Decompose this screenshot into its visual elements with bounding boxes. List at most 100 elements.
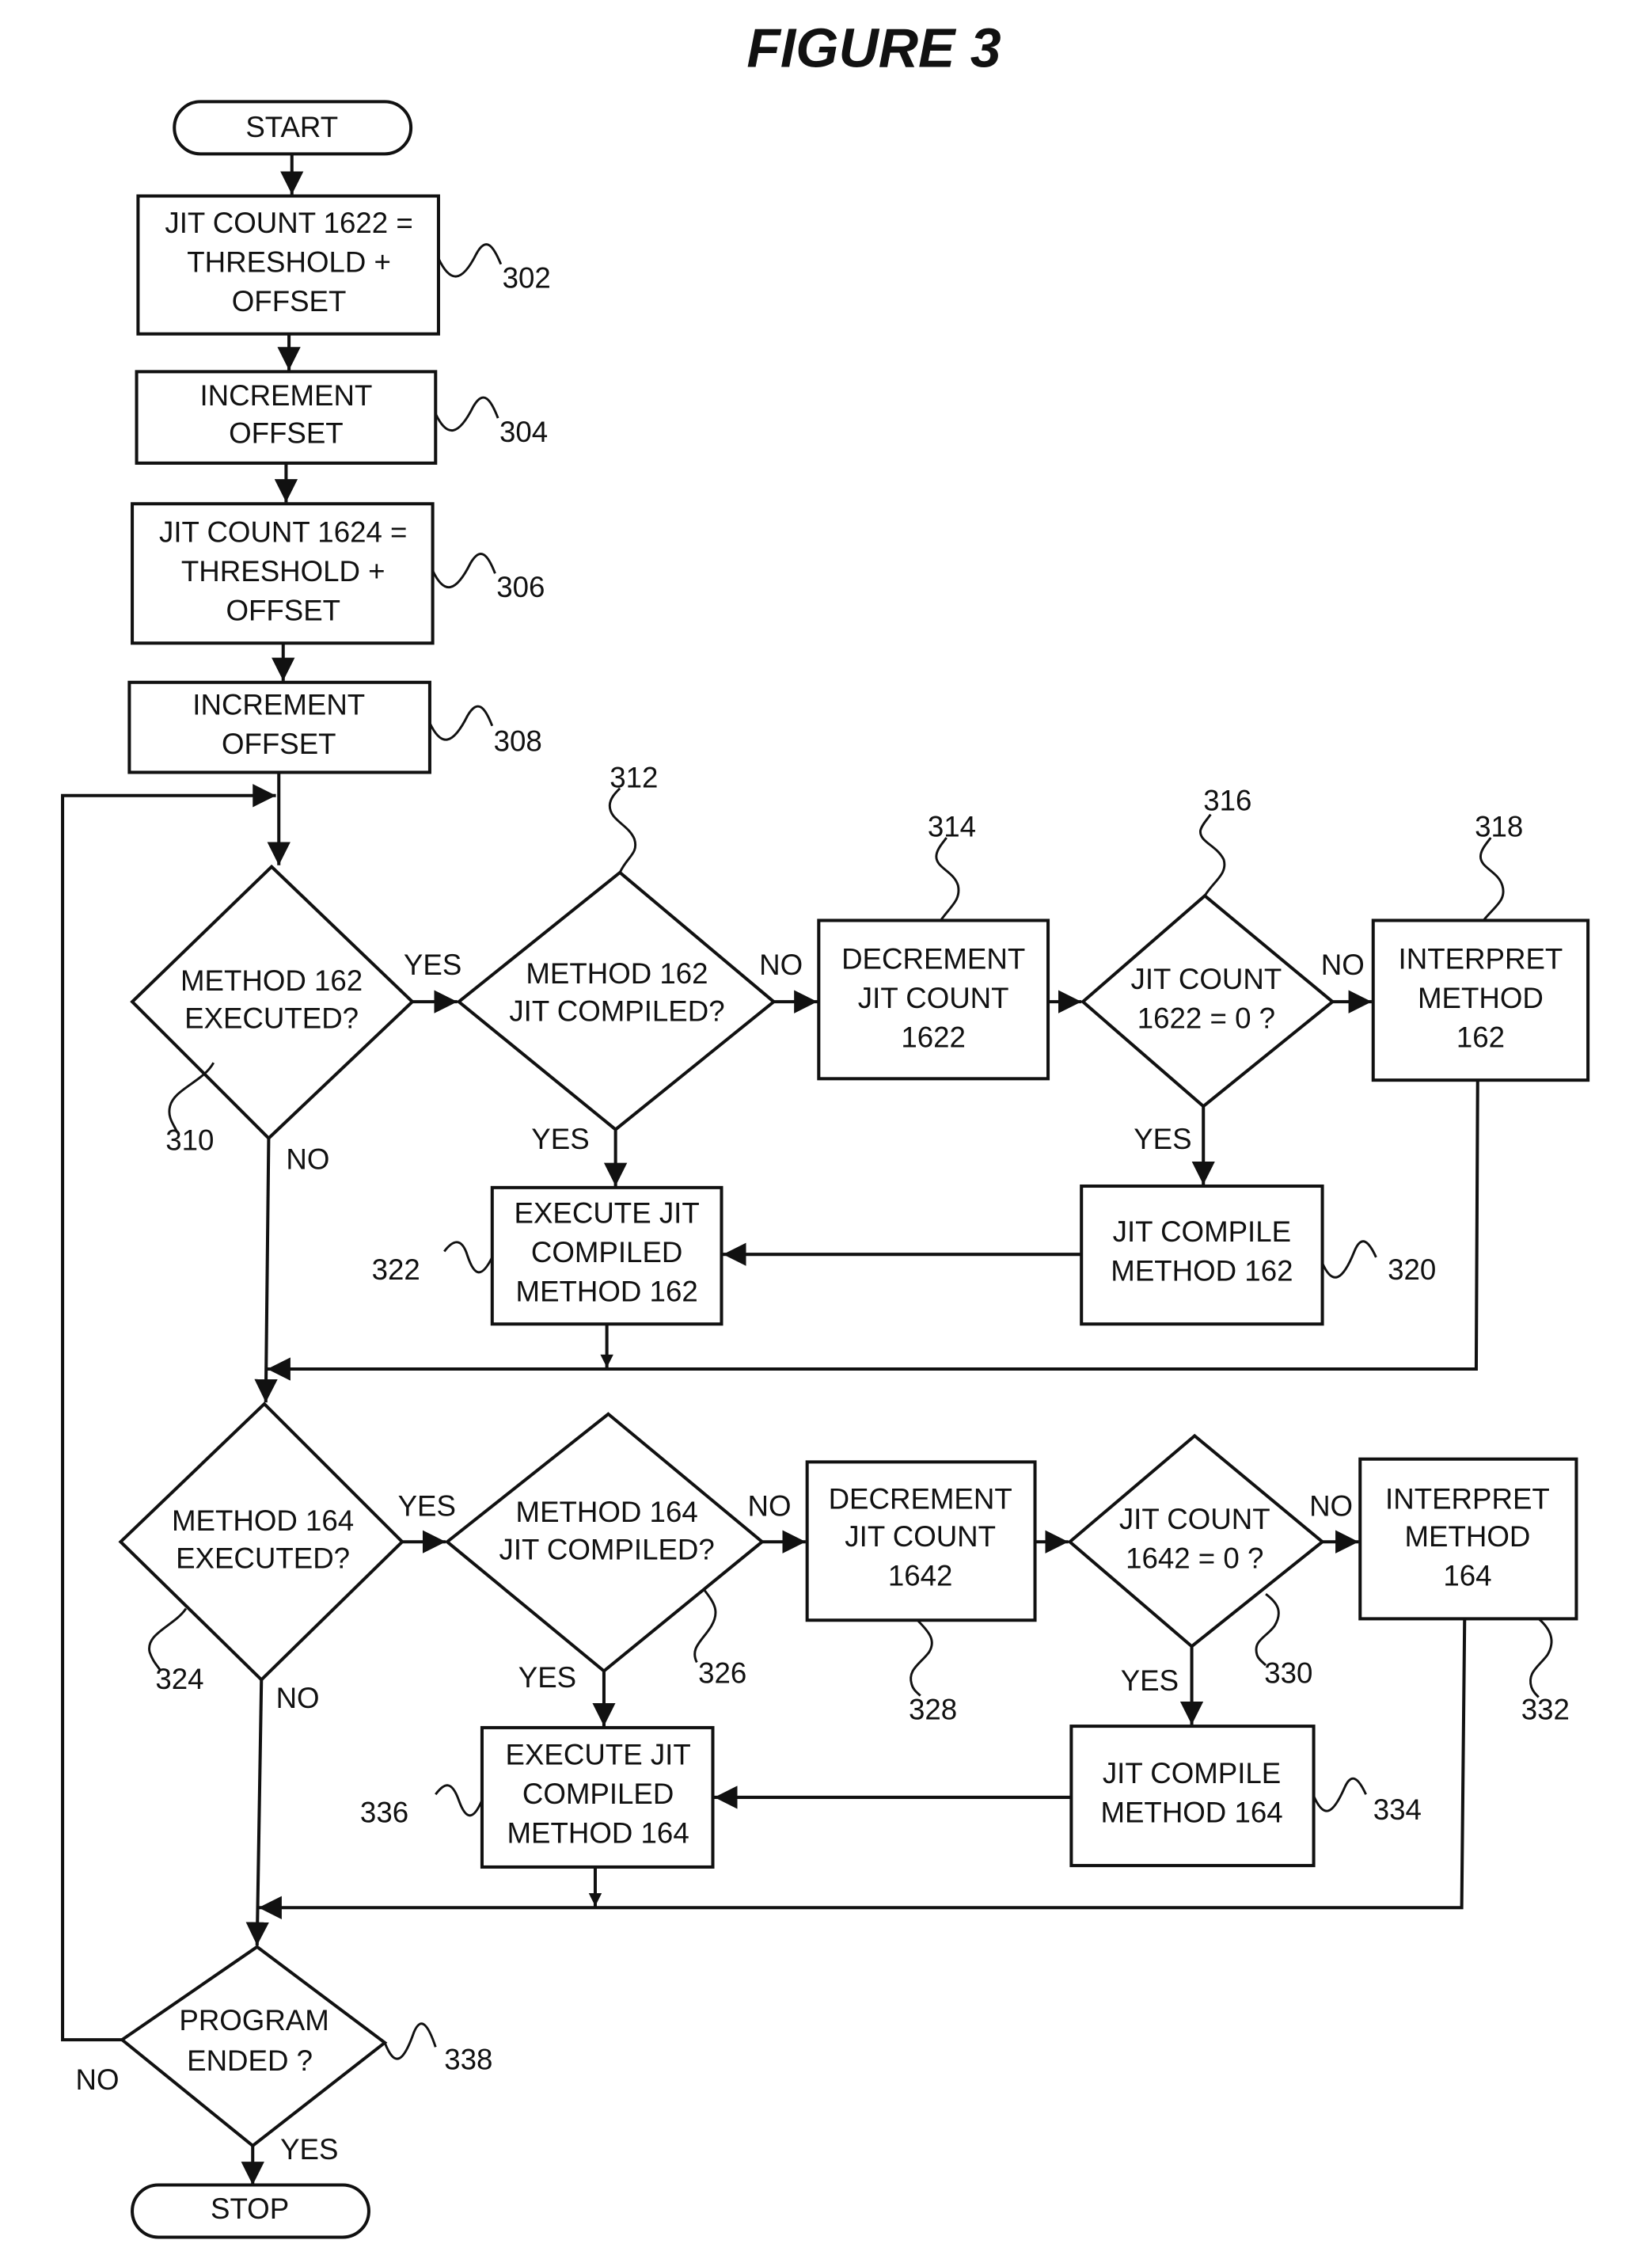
step-328-line-3: 1642: [888, 1560, 953, 1592]
decision-330-line-2: 1642 = 0 ?: [1126, 1542, 1263, 1575]
step-334: JIT COMPILE METHOD 164 334: [1069, 1725, 1422, 1868]
label-338-yes: YES: [280, 2133, 338, 2166]
decision-312-line-1: METHOD 162: [526, 957, 708, 990]
ref-320: 320: [1388, 1253, 1436, 1286]
ref-338: 338: [444, 2043, 492, 2075]
ref-334: 334: [1373, 1793, 1422, 1826]
step-320-line-1: JIT COMPILE: [1113, 1215, 1291, 1248]
step-302-line-1: JIT COUNT 1622 =: [165, 207, 412, 239]
step-318-line-2: METHOD: [1418, 982, 1544, 1014]
ref-316: 316: [1203, 785, 1251, 817]
step-336: EXECUTE JIT COMPILED METHOD 164 336: [360, 1725, 715, 1869]
decision-330: JIT COUNT 1642 = 0 ? 330: [1067, 1433, 1325, 1690]
step-306-line-3: OFFSET: [226, 594, 340, 626]
decision-316-line-1: JIT COUNT: [1131, 963, 1282, 995]
start-terminal: START: [173, 100, 413, 156]
step-332-line-3: 164: [1443, 1560, 1491, 1592]
ref-326: 326: [698, 1657, 746, 1690]
step-318-line-3: 162: [1456, 1021, 1505, 1054]
step-308-line-1: INCREMENT: [192, 689, 365, 721]
leader-318: [1479, 837, 1505, 922]
edge-310-no-324: [254, 1138, 278, 1403]
flowchart: FIGURE 3 START JIT COUNT 1622 = THRESHOL…: [61, 17, 1590, 2239]
ref-336: 336: [360, 1797, 408, 1829]
ref-302: 302: [503, 262, 551, 295]
step-334-line-2: METHOD 164: [1100, 1797, 1282, 1829]
step-318: INTERPRET METHOD 162 318: [1371, 811, 1590, 1082]
leader-328: [910, 1619, 933, 1697]
label-310-yes: YES: [404, 949, 461, 981]
leader-312: [608, 787, 637, 873]
step-308: INCREMENT OFFSET 308: [127, 680, 542, 774]
step-314-line-1: DECREMENT: [841, 942, 1025, 975]
decision-338-line-1: PROGRAM: [179, 2004, 329, 2037]
decision-338: PROGRAM ENDED ? 338: [119, 1945, 492, 2148]
leader-314: [935, 837, 960, 922]
step-306-line-2: THRESHOLD +: [181, 555, 385, 588]
decision-326: METHOD 164 JIT COMPILED? 326: [444, 1412, 765, 1690]
decision-316-line-2: 1622 = 0 ?: [1137, 1002, 1275, 1035]
step-320-line-2: METHOD 162: [1111, 1255, 1293, 1287]
leader-304: [434, 396, 499, 432]
start-label: START: [245, 111, 338, 143]
step-328: DECREMENT JIT COUNT 1642 328: [805, 1460, 1037, 1725]
label-338-no: NO: [76, 2063, 120, 2096]
leader-322: [443, 1241, 494, 1274]
step-334-line-1: JIT COMPILE: [1103, 1757, 1281, 1789]
step-332-line-1: INTERPRET: [1385, 1483, 1550, 1516]
step-314-line-2: JIT COUNT: [858, 982, 1009, 1014]
ref-304: 304: [499, 416, 548, 448]
edge-324-no-338: [245, 1679, 269, 1945]
leader-334: [1312, 1777, 1367, 1812]
step-302: JIT COUNT 1622 = THRESHOLD + OFFSET 302: [136, 194, 551, 336]
leader-324: [148, 1607, 188, 1671]
label-326-no: NO: [747, 1490, 791, 1523]
ref-332: 332: [1521, 1693, 1570, 1725]
step-306-line-1: JIT COUNT 1624 =: [159, 515, 407, 548]
leader-302: [437, 243, 503, 278]
label-324-no: NO: [276, 1682, 320, 1714]
step-332-line-2: METHOD: [1405, 1520, 1531, 1553]
step-304: INCREMENT OFFSET 304: [135, 370, 548, 465]
step-314-line-3: 1622: [901, 1021, 966, 1054]
label-324-yes: YES: [398, 1490, 456, 1523]
decision-326-line-1: METHOD 164: [516, 1496, 698, 1528]
decision-330-line-1: JIT COUNT: [1119, 1503, 1270, 1535]
step-322-line-3: METHOD 162: [516, 1275, 698, 1307]
label-310-no: NO: [286, 1143, 329, 1176]
leader-308: [428, 705, 494, 741]
ref-328: 328: [909, 1693, 957, 1725]
step-328-line-1: DECREMENT: [829, 1483, 1012, 1516]
decision-324: METHOD 164 EXECUTED? 324: [118, 1401, 404, 1695]
leader-320: [1321, 1240, 1377, 1279]
ref-312: 312: [610, 761, 658, 793]
decision-324-line-2: EXECUTED?: [176, 1542, 350, 1575]
decision-310-line-2: EXECUTED?: [184, 1002, 359, 1035]
ref-318: 318: [1475, 811, 1523, 843]
leader-326: [693, 1588, 717, 1664]
stop-label: STOP: [211, 2192, 289, 2225]
decision-310-line-1: METHOD 162: [180, 964, 363, 997]
decision-310: METHOD 162 EXECUTED? 310: [130, 864, 415, 1157]
ref-322: 322: [372, 1253, 420, 1286]
step-320: JIT COMPILE METHOD 162 320: [1080, 1184, 1436, 1326]
step-322: EXECUTE JIT COMPILED METHOD 162 322: [372, 1185, 723, 1326]
label-316-no: NO: [1321, 949, 1365, 981]
step-322-line-2: COMPILED: [531, 1236, 682, 1268]
step-336-line-3: METHOD 164: [507, 1816, 689, 1849]
step-328-line-2: JIT COUNT: [845, 1520, 996, 1553]
step-304-line-1: INCREMENT: [199, 379, 372, 412]
ref-310: 310: [165, 1124, 214, 1157]
ref-324: 324: [155, 1663, 203, 1695]
label-316-yes: YES: [1134, 1123, 1191, 1155]
leader-332: [1529, 1618, 1553, 1698]
ref-308: 308: [494, 724, 542, 757]
step-304-line-2: OFFSET: [229, 417, 344, 450]
leader-330: [1255, 1593, 1280, 1667]
stop-terminal: STOP: [131, 2183, 370, 2239]
ref-306: 306: [496, 571, 545, 603]
leader-338: [383, 2022, 437, 2060]
step-332: INTERPRET METHOD 164 332: [1358, 1457, 1578, 1725]
step-336-line-2: COMPILED: [522, 1778, 674, 1810]
leader-336: [435, 1784, 484, 1817]
